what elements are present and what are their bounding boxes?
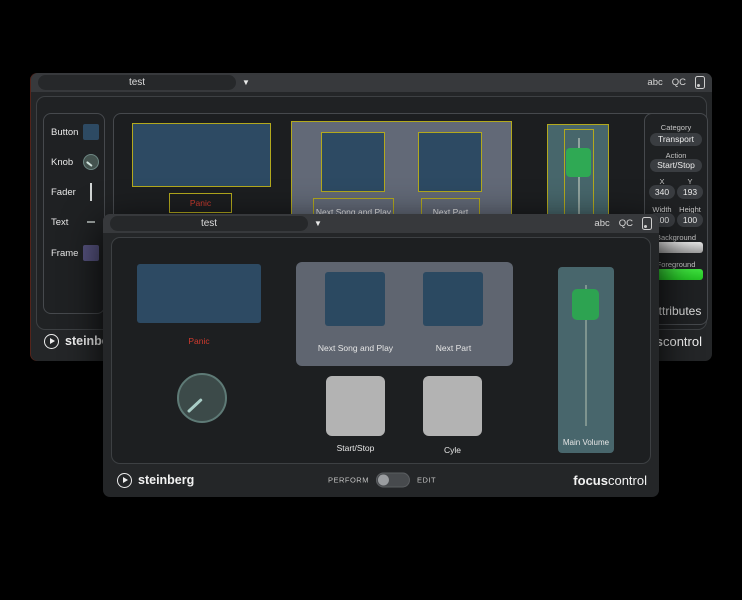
main-volume-label: Main Volume — [558, 438, 614, 448]
palette-label-button: Button — [51, 127, 78, 138]
cycle-label: Cyle — [393, 445, 512, 455]
qc-toggle[interactable]: QC — [619, 218, 633, 229]
perform-titlebar: test ▼ abc QC — [103, 214, 659, 233]
steinberg-logo-icon — [44, 334, 59, 349]
palette-label-knob: Knob — [51, 157, 73, 168]
category-select[interactable]: Transport — [650, 133, 702, 146]
edit-mode-label: EDIT — [417, 476, 436, 485]
panic-button-label: Panic — [137, 336, 261, 346]
canvas-panic-label[interactable]: Panic — [169, 193, 232, 213]
device-icon[interactable] — [695, 76, 705, 89]
palette-label-frame: Frame — [51, 248, 78, 259]
perform-edit-toggle[interactable] — [376, 473, 410, 488]
knob-pointer — [187, 398, 203, 413]
start-stop-button[interactable] — [326, 376, 385, 436]
steinberg-logo-icon — [117, 473, 132, 488]
height-field[interactable]: 100 — [677, 213, 703, 227]
preset-dropdown-arrow-icon[interactable]: ▼ — [314, 219, 322, 228]
canvas-panic-button[interactable] — [132, 123, 271, 187]
canvas-next-part-button[interactable] — [418, 132, 482, 192]
palette-item-button[interactable]: Button — [51, 124, 99, 140]
y-field[interactable]: 193 — [677, 185, 703, 199]
product-name-light: control — [663, 334, 702, 349]
steinberg-brand: steinberg — [117, 473, 194, 488]
abc-toggle[interactable]: abc — [594, 218, 609, 229]
palette-item-fader[interactable]: Fader — [51, 184, 99, 200]
device-icon[interactable] — [642, 217, 652, 230]
perform-mode-label: PERFORM — [328, 476, 369, 485]
fader-handle[interactable] — [572, 289, 599, 320]
preset-selector[interactable]: test — [110, 216, 308, 231]
titlebar-actions: abc QC — [647, 73, 705, 92]
frame-element-icon — [83, 245, 99, 261]
next-part-label: Next Part — [394, 343, 513, 353]
x-field[interactable]: 340 — [649, 185, 675, 199]
titlebar-actions: abc QC — [594, 214, 652, 233]
text-element-icon — [87, 221, 95, 223]
canvas-next-song-button[interactable] — [321, 132, 385, 192]
focuscontrol-wordmark: focuscontrol — [573, 473, 647, 488]
qc-toggle[interactable]: QC — [672, 77, 686, 88]
product-name-bold: focus — [573, 473, 608, 488]
palette-item-knob[interactable]: Knob — [51, 154, 99, 170]
next-song-button[interactable] — [325, 272, 385, 326]
element-palette: Button Knob Fader Text Frame — [43, 113, 105, 314]
palette-label-fader: Fader — [51, 187, 76, 198]
main-volume-fader[interactable]: Main Volume — [558, 267, 614, 453]
preset-selector[interactable]: test — [38, 75, 236, 90]
perform-footer: steinberg PERFORM EDIT focuscontrol — [117, 466, 647, 494]
mode-switch: PERFORM EDIT — [328, 473, 436, 488]
palette-item-frame[interactable]: Frame — [51, 245, 99, 261]
category-label: Category — [645, 123, 707, 132]
toggle-knob[interactable] — [378, 475, 389, 486]
preset-dropdown-arrow-icon[interactable]: ▼ — [242, 78, 250, 87]
palette-item-text[interactable]: Text — [51, 214, 99, 230]
product-name-light: control — [608, 473, 647, 488]
panic-button[interactable] — [137, 264, 261, 323]
abc-toggle[interactable]: abc — [647, 77, 662, 88]
action-select[interactable]: Start/Stop — [650, 159, 702, 172]
steinberg-wordmark: steinberg — [138, 473, 194, 487]
palette-label-text: Text — [51, 217, 68, 228]
cycle-button[interactable] — [423, 376, 482, 436]
button-element-icon — [83, 124, 99, 140]
transport-frame: Next Song and Play Next Part — [296, 262, 513, 366]
next-part-button[interactable] — [423, 272, 483, 326]
editor-titlebar: test ▼ abc QC — [31, 73, 712, 92]
knob-element-icon — [83, 154, 99, 170]
knob-control[interactable] — [177, 373, 227, 423]
fader-element-icon — [90, 183, 92, 201]
perform-window: test ▼ abc QC Panic Next Song and Play N… — [103, 214, 659, 497]
fader-handle[interactable] — [566, 148, 591, 177]
